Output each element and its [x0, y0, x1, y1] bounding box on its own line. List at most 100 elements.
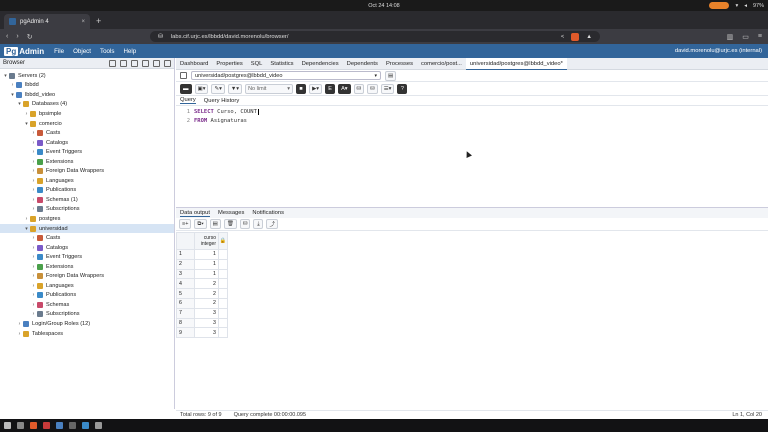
tree-node[interactable]: › Publications [0, 291, 174, 301]
chevron-right-icon[interactable]: › [23, 111, 30, 117]
tree-node[interactable]: › Foreign Data Wrappers [0, 166, 174, 176]
chevron-right-icon[interactable]: › [23, 216, 30, 222]
copy-button[interactable]: ⧉▾ [194, 219, 207, 229]
table-row[interactable]: 21 [176, 258, 228, 270]
tree-node[interactable]: › Languages [0, 281, 174, 291]
chevron-right-icon[interactable]: › [30, 292, 37, 298]
user-menu[interactable]: david.morenolu@urjc.es (internal) [675, 48, 762, 54]
system-icon[interactable] [95, 422, 102, 429]
delete-button[interactable]: 🗑 [223, 219, 237, 229]
sidebar-icon[interactable]: ▥ [727, 33, 734, 41]
tree-node[interactable]: ▾ comercio [0, 119, 174, 129]
apps-icon[interactable] [4, 422, 11, 429]
chevron-down-icon[interactable]: ▾ [16, 101, 23, 107]
tree-node[interactable]: › Schemas [0, 300, 174, 310]
chevron-right-icon[interactable]: › [30, 283, 37, 289]
table-row[interactable]: 31 [176, 268, 228, 280]
tree-node[interactable]: › Subscriptions [0, 310, 174, 320]
connection-select[interactable]: universidad/postgres@lbbdd_video ▾ [191, 71, 381, 80]
execute-button[interactable]: ▶▾ [309, 83, 323, 94]
tab-query[interactable]: Query [180, 97, 196, 104]
tree-node[interactable]: › Catalogs [0, 138, 174, 148]
tree-node[interactable]: › Extensions [0, 262, 174, 272]
table-row[interactable]: 93 [176, 327, 228, 339]
chevron-right-icon[interactable]: › [30, 159, 37, 165]
cell-value[interactable]: 2 [194, 278, 219, 290]
row-limit-select[interactable]: No limit ▾ [245, 83, 294, 94]
cell-value[interactable]: 3 [194, 317, 219, 329]
chevron-right-icon[interactable]: › [30, 206, 37, 212]
chevron-down-icon[interactable]: ▾ [9, 92, 16, 98]
tab-data-output[interactable]: Data output [180, 210, 210, 217]
brave-shield-icon[interactable] [571, 32, 580, 41]
chevron-right-icon[interactable]: › [30, 178, 37, 184]
filter-button[interactable]: ▼▾ [227, 83, 243, 94]
browser-tab-pgadmin[interactable]: pgAdmin 4 × [4, 14, 90, 29]
tree-node[interactable]: › Tablespaces [0, 329, 174, 339]
tree-node[interactable]: › Event Triggers [0, 252, 174, 262]
main-tab[interactable]: Dependents [343, 58, 382, 70]
table-row[interactable]: 11 [176, 249, 228, 260]
table-row[interactable]: 62 [176, 297, 228, 309]
tree-node[interactable]: › Subscriptions [0, 205, 174, 215]
chevron-right-icon[interactable]: › [30, 235, 37, 241]
table-icon[interactable] [120, 59, 127, 67]
search-icon[interactable] [164, 59, 171, 67]
add-row-button[interactable]: ≡+ [179, 219, 192, 229]
chevron-right-icon[interactable]: › [30, 311, 37, 317]
menu-tools[interactable]: Tools [100, 48, 114, 55]
share-icon[interactable]: < [561, 34, 564, 40]
filter-icon[interactable] [142, 59, 149, 67]
table-row[interactable]: 83 [176, 317, 228, 329]
new-tab-button[interactable]: + [96, 14, 101, 29]
paste-button[interactable]: ▤ [209, 219, 221, 229]
cell-value[interactable]: 1 [194, 249, 219, 260]
main-tab[interactable]: Dependencies [298, 58, 343, 70]
brave-icon[interactable] [30, 422, 37, 429]
cell-value[interactable]: 2 [194, 288, 219, 299]
chevron-down-icon[interactable]: ▾ [2, 73, 9, 79]
site-info-icon[interactable]: ⛁ [158, 34, 163, 40]
files-icon[interactable] [56, 422, 63, 429]
reload-icon[interactable]: ↻ [27, 33, 33, 41]
main-tab[interactable]: Processes [382, 58, 417, 70]
terminal-icon[interactable] [17, 422, 24, 429]
settings-icon[interactable] [69, 422, 76, 429]
tree-node[interactable]: ▾ Databases (4) [0, 100, 174, 110]
record-icon[interactable] [43, 422, 50, 429]
tree-node[interactable]: ▾ Servers (2) [0, 71, 174, 81]
chevron-right-icon[interactable]: › [9, 82, 16, 88]
sql-editor[interactable]: 1 2 SELECT Curso, COUNT FROM Asignaturas [176, 106, 768, 206]
chevron-right-icon[interactable]: › [30, 187, 37, 193]
rewards-icon[interactable]: ▲ [586, 34, 592, 40]
help-button[interactable]: ? [397, 83, 408, 94]
main-tab[interactable]: comercio/post... [417, 58, 466, 70]
chevron-right-icon[interactable]: › [30, 245, 37, 251]
network-icon[interactable]: ▾ [735, 3, 738, 9]
chevron-right-icon[interactable]: › [30, 254, 37, 260]
cell-value[interactable]: 1 [194, 268, 219, 280]
tree-node[interactable]: › Languages [0, 176, 174, 186]
table-row[interactable]: 73 [176, 307, 228, 319]
menu-file[interactable]: File [54, 48, 64, 55]
view-data-icon[interactable] [131, 59, 138, 67]
chevron-right-icon[interactable]: › [16, 331, 23, 337]
stop-button[interactable]: ■ [296, 83, 307, 94]
main-tab[interactable]: SQL [247, 58, 267, 70]
main-tab[interactable]: Dashboard [176, 58, 212, 70]
menu-object[interactable]: Object [73, 48, 91, 55]
new-connection-button[interactable]: ▤ [385, 70, 397, 81]
save-file-button[interactable]: ▣▾ [194, 83, 209, 94]
chevron-right-icon[interactable]: › [30, 140, 37, 146]
menu-help[interactable]: Help [123, 48, 136, 55]
chevron-right-icon[interactable]: › [30, 273, 37, 279]
chevron-right-icon[interactable]: › [16, 321, 23, 327]
main-tab[interactable]: Properties [212, 58, 246, 70]
address-field[interactable]: ⛁ labs.cif.urjc.es/lbbdd/david.morenolu/… [150, 31, 600, 42]
table-row[interactable]: 52 [176, 288, 228, 299]
chevron-right-icon[interactable]: › [30, 264, 37, 270]
chevron-right-icon[interactable]: › [30, 197, 37, 203]
commit-button[interactable]: ⛁ [353, 83, 365, 94]
column-header[interactable]: curso integer [194, 232, 219, 250]
download-button[interactable]: ⤓ [253, 219, 264, 229]
